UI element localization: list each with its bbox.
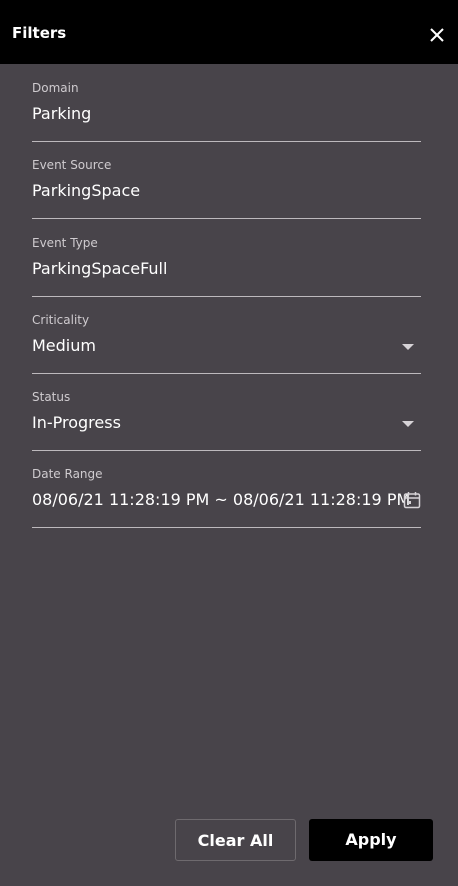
- date-range-value[interactable]: 08/06/21 11:28:19 PM ~ 08/06/21 11:28:19…: [32, 490, 410, 510]
- date-range-label: Date Range: [32, 467, 103, 481]
- status-value[interactable]: In-Progress: [32, 413, 121, 433]
- domain-label: Domain: [32, 81, 79, 95]
- event-type-label: Event Type: [32, 236, 98, 250]
- event-type-value[interactable]: ParkingSpaceFull: [32, 259, 167, 279]
- filters-header: Filters: [0, 0, 458, 64]
- close-icon[interactable]: [428, 26, 446, 44]
- panel-title: Filters: [12, 24, 67, 42]
- event-source-value[interactable]: ParkingSpace: [32, 181, 140, 201]
- calendar-icon[interactable]: [403, 491, 421, 509]
- date-range-field[interactable]: Date Range 08/06/21 11:28:19 PM ~ 08/06/…: [32, 467, 421, 528]
- filters-panel: Filters Domain Parking Event Source Park…: [0, 0, 458, 886]
- apply-button[interactable]: Apply: [309, 819, 433, 861]
- domain-field[interactable]: Domain Parking: [32, 81, 421, 142]
- chevron-down-icon[interactable]: [402, 421, 414, 427]
- event-type-field[interactable]: Event Type ParkingSpaceFull: [32, 236, 421, 297]
- status-label: Status: [32, 390, 71, 404]
- event-source-field[interactable]: Event Source ParkingSpace: [32, 158, 421, 219]
- clear-all-button[interactable]: Clear All: [175, 819, 296, 861]
- chevron-down-icon[interactable]: [402, 344, 414, 350]
- criticality-value[interactable]: Medium: [32, 336, 96, 356]
- criticality-label: Criticality: [32, 313, 90, 327]
- event-source-label: Event Source: [32, 158, 112, 172]
- status-select[interactable]: Status In-Progress: [32, 390, 421, 451]
- domain-value[interactable]: Parking: [32, 104, 91, 124]
- criticality-select[interactable]: Criticality Medium: [32, 313, 421, 374]
